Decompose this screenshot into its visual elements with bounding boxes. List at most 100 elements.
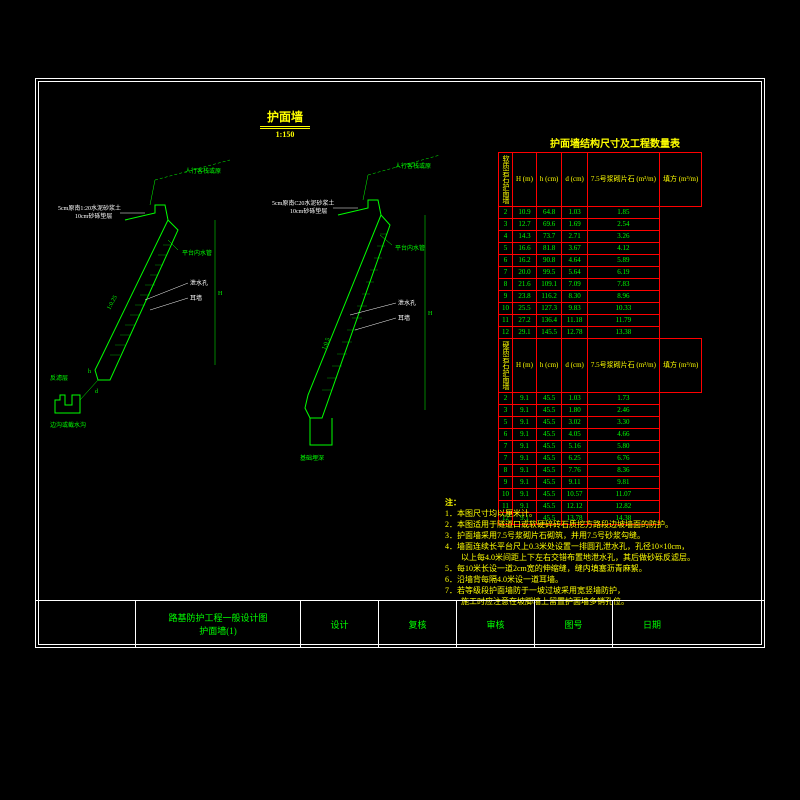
table-cell: 9.1 xyxy=(513,429,537,441)
table-cell: 4.12 xyxy=(587,243,659,255)
table-cell: 3 xyxy=(499,219,513,231)
table-cell: 5.80 xyxy=(587,441,659,453)
section1-label: 软质岩石护面墙 xyxy=(499,153,513,207)
table-cell: 8.30 xyxy=(562,291,587,303)
table-cell: 9.1 xyxy=(513,405,537,417)
table-row: 79.145.56.256.76 xyxy=(499,453,702,465)
th: H (m) xyxy=(513,153,537,207)
table-row: 312.769.61.692.54 xyxy=(499,219,702,231)
table-row: 69.145.54.054.66 xyxy=(499,429,702,441)
table-cell: 7 xyxy=(499,267,513,279)
table-cell: 11.79 xyxy=(587,315,659,327)
table-header-row-2: 硬质岩石护面墙 H (m) h (cm) d (cm) 7.5号浆砌片石 (m³… xyxy=(499,339,702,393)
table-cell: 64.8 xyxy=(536,207,561,219)
table-cell: 7.76 xyxy=(562,465,587,477)
table-cell: 6.19 xyxy=(587,267,659,279)
table-cell: 20.0 xyxy=(513,267,537,279)
table-cell: 3.30 xyxy=(587,417,659,429)
table-cell: 9.1 xyxy=(513,465,537,477)
weep-label: 泄水孔 xyxy=(190,279,208,287)
tb-project-text: 路基防护工程一般设计图 xyxy=(168,611,267,624)
table-cell: 9.1 xyxy=(513,417,537,429)
table-cell: 10.33 xyxy=(587,303,659,315)
table-cell: 8 xyxy=(499,279,513,291)
note-line: 5．每10米长设一道2cm宽的伸缩缝，缝内填塞沥青麻絮。 xyxy=(445,563,695,574)
layer-label-2: 5cm原南C20水泥砂浆土 xyxy=(272,199,334,207)
note-line: 以上每4.0米间距上下左右交错布置地泄水孔，其后做砂砾反滤层。 xyxy=(445,552,695,563)
table-cell: 8 xyxy=(499,465,513,477)
note-line: 1．本图尺寸均以厘米计。 xyxy=(445,508,695,519)
table-cell: 11 xyxy=(499,315,513,327)
table-cell: 9.11 xyxy=(562,477,587,489)
tb-review: 审核 xyxy=(457,601,535,647)
table-cell: 9.81 xyxy=(587,477,659,489)
table-cell: 90.8 xyxy=(536,255,561,267)
table-cell: 7.83 xyxy=(587,279,659,291)
table-cell: 10 xyxy=(499,303,513,315)
table-cell: 4.66 xyxy=(587,429,659,441)
table-row: 39.145.51.802.46 xyxy=(499,405,702,417)
title-block: 路基防护工程一般设计图 护面墙(1) 设计 复核 审核 图号 日期 xyxy=(35,600,765,648)
table-cell: 21.6 xyxy=(513,279,537,291)
table-row: 516.681.83.674.12 xyxy=(499,243,702,255)
table-cell: 6 xyxy=(499,429,513,441)
table-cell: 12.78 xyxy=(562,327,587,339)
table-cell: 6 xyxy=(499,255,513,267)
table-cell: 99.5 xyxy=(536,267,561,279)
table-cell: 6.76 xyxy=(587,453,659,465)
filter-label: 反滤层 xyxy=(50,374,68,382)
table-cell: 6.25 xyxy=(562,453,587,465)
tb-project: 路基防护工程一般设计图 护面墙(1) xyxy=(136,601,301,647)
notes-block: 注： 1．本图尺寸均以厘米计。2．本图适用于隧道口或软硬碎砖石质挖方路段边坡墙面… xyxy=(445,497,695,607)
tb-no: 图号 xyxy=(535,601,613,647)
note-line: 6．沿墙背每隔4.0米设一道耳墙。 xyxy=(445,574,695,585)
note-line: 7．若等级段护面墙防于一坡过坡采用宽竖墙防护， xyxy=(445,585,695,596)
tb-sheet-text: 护面墙(1) xyxy=(199,624,237,637)
table-cell: 12 xyxy=(499,327,513,339)
table-cell: 73.7 xyxy=(536,231,561,243)
table-cell: 1.73 xyxy=(587,393,659,405)
tb-logo xyxy=(36,601,136,647)
table-cell: 7 xyxy=(499,441,513,453)
weep-label-2: 泄水孔 xyxy=(398,299,416,307)
dim-d: d xyxy=(95,389,98,395)
slope-ratio-2: 1:0.5 xyxy=(321,337,331,351)
table-cell: 7 xyxy=(499,453,513,465)
platform-label: 平台内水管 xyxy=(182,249,212,257)
foundation-label: 基础埋深 xyxy=(300,454,324,462)
table-cell: 45.5 xyxy=(536,417,561,429)
table-cell: 145.5 xyxy=(536,327,561,339)
table-cell: 9.83 xyxy=(562,303,587,315)
th: d (cm) xyxy=(562,339,587,393)
tb-check: 复核 xyxy=(379,601,457,647)
th: 7.5号浆砌片石 (m³/m) xyxy=(587,153,659,207)
table-cell: 23.8 xyxy=(513,291,537,303)
table-cell: 25.5 xyxy=(513,303,537,315)
table-row: 210.964.81.031.85 xyxy=(499,207,702,219)
table-cell: 7.09 xyxy=(562,279,587,291)
th: H (m) xyxy=(513,339,537,393)
table-cell: 127.3 xyxy=(536,303,561,315)
dim-h2: h xyxy=(88,369,91,375)
table-cell: 27.2 xyxy=(513,315,537,327)
table-cell: 3 xyxy=(499,405,513,417)
drain-label: 边沟或截水沟 xyxy=(50,421,86,429)
table-cell: 12.7 xyxy=(513,219,537,231)
table-cell: 9.1 xyxy=(513,393,537,405)
note-line: 2．本图适用于隧道口或软硬碎砖石质挖方路段边坡墙面的防护。 xyxy=(445,519,695,530)
table-cell: 9.1 xyxy=(513,441,537,453)
th: d (cm) xyxy=(562,153,587,207)
table-row: 720.099.55.646.19 xyxy=(499,267,702,279)
table-cell: 45.5 xyxy=(536,393,561,405)
table-cell: 2.46 xyxy=(587,405,659,417)
title-text: 护面墙 xyxy=(267,110,303,124)
ear-label: 耳墙 xyxy=(190,294,202,302)
table-cell: 5.16 xyxy=(562,441,587,453)
table-cell: 13.38 xyxy=(587,327,659,339)
table-cell: 11.18 xyxy=(562,315,587,327)
table-cell: 4 xyxy=(499,231,513,243)
table-cell: 16.2 xyxy=(513,255,537,267)
table-cell: 4.64 xyxy=(562,255,587,267)
table-cell: 3.67 xyxy=(562,243,587,255)
th: 7.5号浆砌片石 (m³/m) xyxy=(587,339,659,393)
